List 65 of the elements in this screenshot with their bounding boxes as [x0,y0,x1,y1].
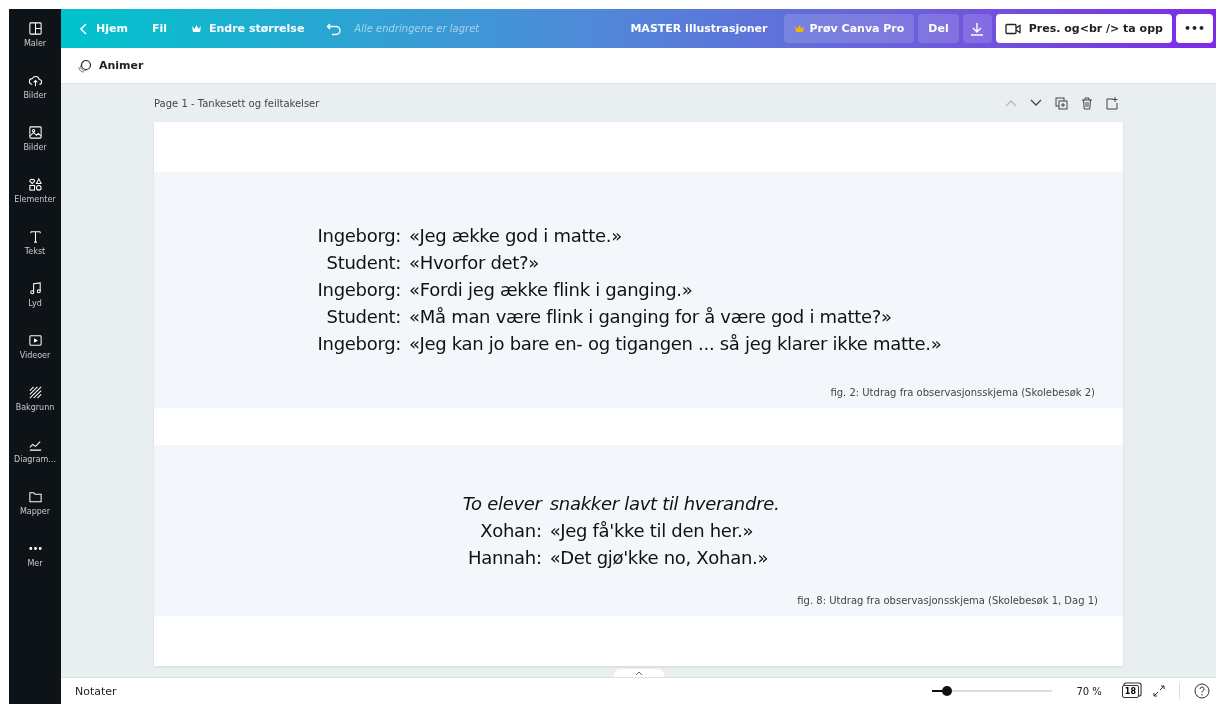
text-icon [27,229,43,244]
sidebar-item[interactable]: Bilder [9,117,61,169]
folder-icon [27,489,43,504]
notes-button[interactable]: Notater [75,684,117,698]
chevron-down-icon[interactable] [1030,99,1042,107]
sidebar-item[interactable]: Mer [9,533,61,585]
dialogue-text: «Jeg kan jo bare en- og tigangen ... så jeg klarer ikke matte.» [409,332,942,356]
duplicate-icon[interactable] [1055,96,1068,110]
speaker-label: Student: [325,251,402,275]
undo-icon [326,21,343,36]
stripes-icon [27,385,43,400]
chevron-up-icon [634,670,643,676]
sidebar-item[interactable]: Tekst [9,221,61,273]
sidebar-item[interactable]: Bilder [9,65,61,117]
camera-icon [1004,22,1021,35]
crown-icon [190,23,202,34]
share-button[interactable]: Del [918,14,959,43]
chevron-left-icon [79,21,89,36]
sidebar-item[interactable]: Elementer [9,169,61,221]
more-button[interactable]: ••• [1175,14,1213,43]
sidebar-item[interactable]: Diagram... [9,429,61,481]
speaker-label: To elever [462,492,542,516]
shapes-icon [27,177,43,192]
zoom-percentage[interactable]: 70 % [1076,685,1102,697]
notes-toggle[interactable] [613,669,664,677]
speaker-label: Ingeborg: [317,278,402,302]
dialogue-text: «Det gjø'kke no, Xohan.» [549,546,770,570]
sidebar-item[interactable]: Maler [9,13,61,65]
trash-icon[interactable] [1081,96,1093,110]
help-icon[interactable] [1194,683,1210,699]
speaker-label: Student: [325,305,402,329]
page-count-button[interactable]: 18 [1121,684,1139,698]
download-button[interactable] [962,14,992,43]
figure-caption: fig. 2: Utdrag fra observasjonsskjema (Skolebesøk 2) [830,387,1095,398]
layout-icon [27,21,43,36]
present-record-button[interactable]: Pres. og<br /> ta opp [995,14,1172,43]
dialogue-text: «Jeg få'kke til den her.» [549,519,755,543]
crown-icon [793,23,805,34]
document-title[interactable]: MASTER illustrasjoner [630,22,768,35]
music-note-icon [27,281,43,296]
dialogue-text: «Må man være flink i ganging for å være god i matte?» [409,305,893,329]
download-icon [970,21,985,36]
video-icon [27,333,43,348]
dialogue-text: «Fordi jeg ække flink i ganging.» [409,278,694,302]
sidebar-item[interactable]: Videoer [9,325,61,377]
speaker-label: Hannah: [466,546,542,570]
dialogue-text: «Jeg ække god i matte.» [409,224,623,248]
image-icon [27,125,43,140]
sidebar-item[interactable]: Mapper [9,481,61,533]
speaker-label: Xohan: [479,519,542,543]
page-title[interactable]: Page 1 - Tankesett og feiltakelser [154,97,320,109]
cloud-upload-icon [27,73,43,88]
speaker-label: Ingeborg: [317,224,402,248]
expand-icon[interactable] [1153,685,1165,697]
try-pro-button[interactable]: Prøv Canva Pro [783,14,915,43]
dialogue-text: snakker lavt til hverandre. [549,492,780,516]
speaker-label: Ingeborg: [317,332,402,356]
sidebar-item[interactable]: Bakgrunn [9,377,61,429]
add-page-icon[interactable] [1106,96,1119,110]
sidebar-item[interactable]: Lyd [9,273,61,325]
dialogue-text: «Hvorfor det?» [409,251,541,275]
figure-caption: fig. 8: Utdrag fra observasjonsskjema (Skolebesøk 1, Dag 1) [797,595,1098,606]
animate-button[interactable]: Animer [71,57,150,74]
animate-icon [77,58,92,73]
save-status: Alle endringene er lagret [354,23,480,34]
